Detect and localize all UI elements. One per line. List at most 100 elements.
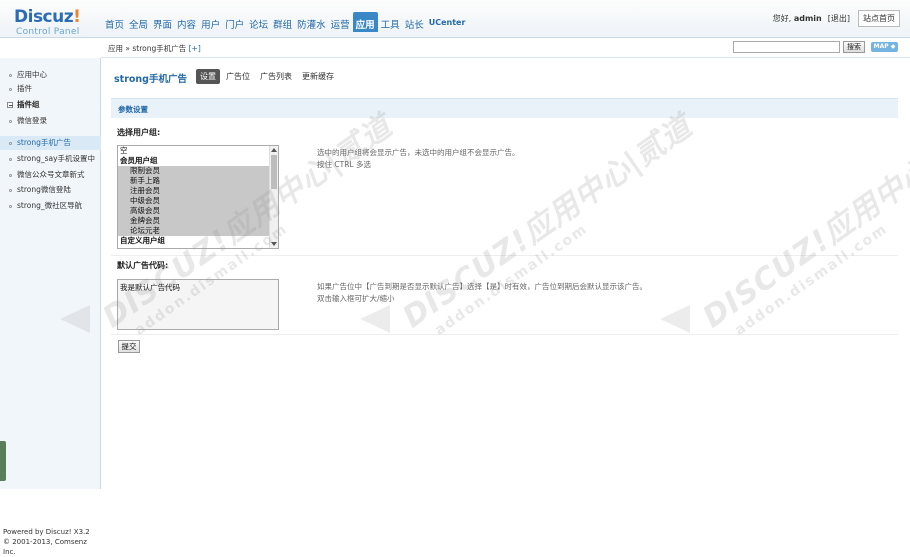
usergroup-multiselect[interactable]: 空会员用户组 限制会员 新手上路 注册会员 中级会员 高级会员 金牌会员 论坛元老 自定义用户组 xyxy=(117,145,279,249)
scroll-up-icon[interactable] xyxy=(271,148,277,152)
submit-button[interactable]: 提交 xyxy=(118,340,140,353)
nav-tab[interactable]: 门户 xyxy=(223,12,246,32)
usergroup-option[interactable]: 新手上路 xyxy=(118,176,278,186)
sidebar-item-label: 微信公众号文章新式 xyxy=(17,170,85,179)
usergroup-option[interactable]: 论坛元老 xyxy=(118,226,278,236)
sidebar-item-label: strong_微社区导航 xyxy=(17,201,83,210)
sidebar-item-label: 插件组 xyxy=(17,100,40,109)
plugin-tab[interactable]: 更新缓存 xyxy=(298,69,338,84)
add-shortcut-link[interactable]: [+] xyxy=(189,44,201,53)
bullet-icon xyxy=(9,87,12,91)
bullet-icon xyxy=(9,119,12,123)
section-header: 参数设置 xyxy=(111,98,898,118)
usergroup-option[interactable]: 空 xyxy=(118,146,278,156)
usergroup-label: 选择用户组: xyxy=(117,128,161,137)
default-ad-tip-line2: 双击输入框可扩大/缩小 xyxy=(317,294,395,303)
sidebar-item[interactable]: strong手机广告 xyxy=(0,136,101,150)
sidebar-group[interactable]: 插件组 xyxy=(0,98,101,112)
sidebar-item-label: strong手机广告 xyxy=(17,138,71,147)
user-bar: 您好, admin [退出] 站点首页 xyxy=(773,10,900,27)
usergroup-option[interactable]: 中级会员 xyxy=(118,196,278,206)
default-ad-tip: 如果广告位中【广告到期是否显示默认广告】选择【是】时有效，广告位到期后会默认显示… xyxy=(317,281,647,305)
plugin-tabs: 设置 广告位 广告列表 更新缓存 xyxy=(196,69,340,84)
sidebar-item-label: strong微信登陆 xyxy=(17,185,71,194)
sidebar-item[interactable]: 微信登录 xyxy=(0,114,101,128)
main-content: strong手机广告 设置 广告位 广告列表 更新缓存 参数设置 选择用户组: 空会员… xyxy=(101,58,910,489)
bullet-icon xyxy=(9,173,12,177)
nav-tab[interactable]: 运营 xyxy=(329,12,352,32)
nav-tab[interactable]: 群组 xyxy=(271,12,294,32)
side-toggle-tab[interactable] xyxy=(0,441,6,481)
collapse-icon xyxy=(7,102,13,108)
plugin-tab[interactable]: 广告列表 xyxy=(256,69,296,84)
bullet-icon xyxy=(9,141,12,145)
sidebar-item-label: 应用中心 xyxy=(17,70,47,79)
listbox-scrollbar[interactable] xyxy=(269,146,278,248)
nav-tab[interactable]: 应用 xyxy=(352,12,378,32)
footer-copyright-line: © 2001-2013, Comsenz Inc. xyxy=(3,538,87,556)
scroll-down-icon[interactable] xyxy=(271,242,277,246)
sidebar-item-label: strong_say手机设置中 xyxy=(17,154,96,163)
sidebar-item[interactable]: 插件 xyxy=(0,82,101,96)
nav-tab[interactable]: 防灌水 xyxy=(295,12,328,32)
bullet-icon xyxy=(9,204,12,208)
optgroup-label: 会员用户组 xyxy=(120,156,158,165)
usergroup-tip-line2: 按住 CTRL 多选 xyxy=(317,160,371,169)
top-nav: 首页 全局 界面 内容 用户 门户 论坛 群组 防灌水 运营 应用 工具 站长 UCenter xyxy=(103,12,468,32)
default-ad-label: 默认广告代码: xyxy=(117,261,169,270)
usergroup-option[interactable]: 限制会员 xyxy=(118,166,278,176)
breadcrumb-text: 应用 » strong手机广告 xyxy=(108,44,187,53)
discuz-logo[interactable]: Discuz! Control Panel xyxy=(0,0,101,38)
footer-powered-by: Powered by Discuz! X3.2 xyxy=(3,528,90,536)
search-button[interactable]: 搜索 xyxy=(843,41,865,53)
nav-tab[interactable]: 界面 xyxy=(151,12,174,32)
default-ad-tip-line1: 如果广告位中【广告到期是否显示默认广告】选择【是】时有效，广告位到期后会默认显示… xyxy=(317,282,647,291)
nav-tab[interactable]: 首页 xyxy=(103,12,126,32)
bullet-icon xyxy=(9,157,12,161)
nav-tab[interactable]: 全局 xyxy=(127,12,150,32)
row-divider xyxy=(111,334,898,335)
nav-tab[interactable]: 内容 xyxy=(175,12,198,32)
usergroup-option[interactable]: 金牌会员 xyxy=(118,216,278,226)
bullet-icon xyxy=(9,73,12,77)
sidebar-item[interactable]: strong微信登陆 xyxy=(0,183,101,197)
nav-tab[interactable]: 用户 xyxy=(199,12,222,32)
top-header: Discuz! Control Panel 首页 全局 界面 内容 用户 门户 论坛 群组 防灌… xyxy=(0,0,910,38)
sidebar-item[interactable]: strong_微社区导航 xyxy=(0,199,101,213)
usergroup-option[interactable]: 高级会员 xyxy=(118,206,278,216)
scroll-thumb[interactable] xyxy=(271,155,277,189)
row-divider xyxy=(111,255,898,256)
map-button[interactable]: MAP ◆ xyxy=(871,42,898,52)
breadcrumb: 应用 » strong手机广告 [+] xyxy=(108,43,201,54)
sidebar-item[interactable]: 微信公众号文章新式 xyxy=(0,168,101,182)
nav-tab[interactable]: 工具 xyxy=(379,12,402,32)
optgroup-label: 自定义用户组 xyxy=(120,236,165,245)
page-title: strong手机广告 xyxy=(114,74,187,85)
sidebar-item-label: 插件 xyxy=(17,84,32,93)
nav-tab[interactable]: 站长 xyxy=(403,12,426,32)
nav-tab[interactable]: UCenter xyxy=(427,12,468,32)
breadcrumb-bar: 应用 » strong手机广告 [+] 搜索 MAP ◆ xyxy=(0,38,910,58)
nav-tab[interactable]: 论坛 xyxy=(247,12,270,32)
usergroup-tip: 选中的用户组将会显示广告，未选中的用户组不会显示广告。 按住 CTRL 多选 xyxy=(317,147,520,171)
usergroup-tip-line1: 选中的用户组将会显示广告，未选中的用户组不会显示广告。 xyxy=(317,148,520,157)
section-title: 参数设置 xyxy=(118,105,148,114)
plugin-tab[interactable]: 广告位 xyxy=(222,69,254,84)
sidebar-item[interactable]: strong_say手机设置中 xyxy=(0,152,101,166)
site-home-button[interactable]: 站点首页 xyxy=(858,10,900,27)
subbar-left-spacer xyxy=(0,38,101,58)
logo-subtitle: Control Panel xyxy=(16,27,80,37)
usergroup-option[interactable]: 注册会员 xyxy=(118,186,278,196)
search-input[interactable] xyxy=(733,41,840,53)
username: admin xyxy=(793,14,822,23)
footer-copyright: Powered by Discuz! X3.2 © 2001-2013, Com… xyxy=(3,527,100,557)
plugin-tab[interactable]: 设置 xyxy=(196,69,220,84)
logo-brand: Discuz! xyxy=(14,7,81,27)
greeting-text: 您好, xyxy=(772,14,792,23)
sidebar-item[interactable]: 应用中心 xyxy=(0,68,101,82)
default-ad-textarea[interactable]: 我是默认广告代码 xyxy=(117,279,279,330)
bullet-icon xyxy=(9,188,12,192)
logout-link[interactable]: [退出] xyxy=(828,13,850,24)
sidebar: Powered by Discuz! X3.2 © 2001-2013, Com… xyxy=(0,58,101,556)
sidebar-item-label: 微信登录 xyxy=(17,116,47,125)
